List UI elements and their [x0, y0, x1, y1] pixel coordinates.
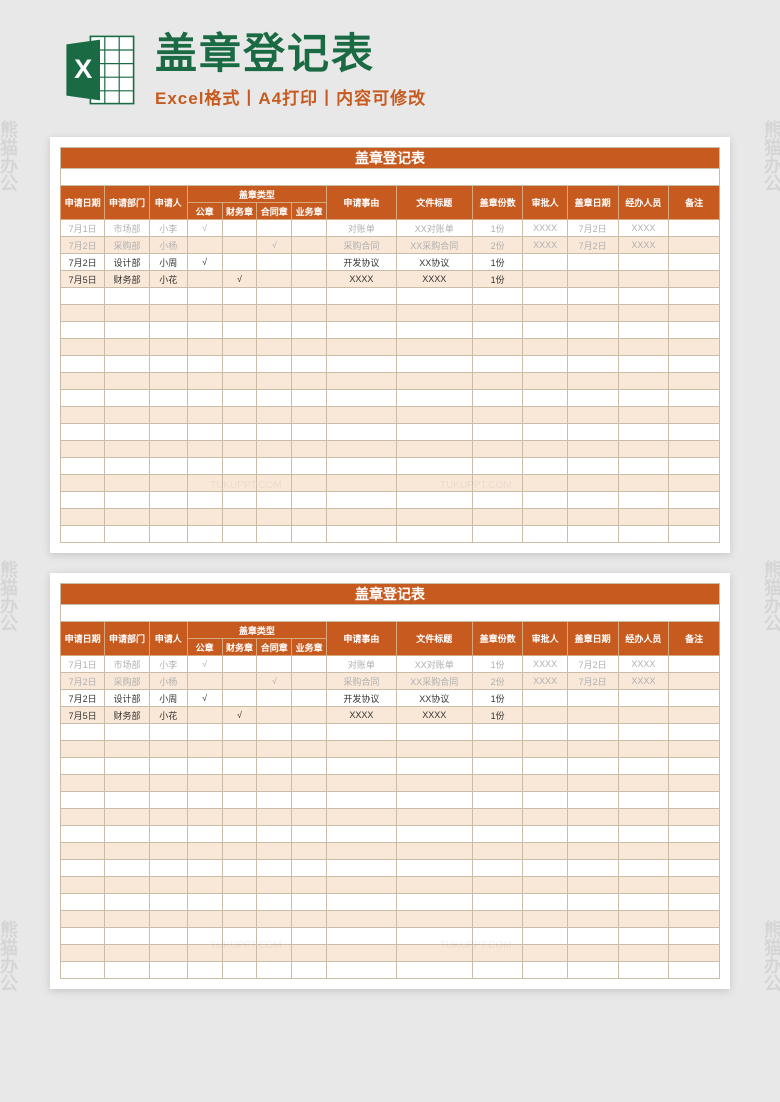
page-title: 盖章登记表	[155, 31, 740, 77]
watermark-text: 熊猫办公	[0, 920, 21, 992]
col-dept: 申请部门	[105, 622, 149, 656]
table-row: 7月5日财务部小花√XXXXXXXX1份	[61, 271, 720, 288]
col-stamp2: 财务章	[222, 203, 257, 220]
col-approver: 审批人	[523, 622, 567, 656]
watermark-text: 熊猫办公	[0, 560, 21, 632]
col-approver: 审批人	[523, 186, 567, 220]
col-reason: 申请事由	[327, 622, 397, 656]
col-handler: 经办人员	[618, 186, 669, 220]
table-row	[61, 860, 720, 877]
col-title: 文件标题	[396, 622, 472, 656]
col-reason: 申请事由	[327, 186, 397, 220]
table-row	[61, 911, 720, 928]
table-row	[61, 492, 720, 509]
table-row	[61, 962, 720, 979]
table-row: 7月2日采购部小杨√采购合同XX采购合同2份XXXX7月2日XXXX	[61, 237, 720, 254]
table-row	[61, 509, 720, 526]
table-row: 7月2日采购部小杨√采购合同XX采购合同2份XXXX7月2日XXXX	[61, 673, 720, 690]
table-row	[61, 928, 720, 945]
watermark-text: 熊猫办公	[0, 120, 21, 192]
table-row: 7月1日市场部小李√对账单XX对账单1份XXXX7月2日XXXX	[61, 656, 720, 673]
col-stamp2: 财务章	[222, 639, 257, 656]
table-row: 7月1日市场部小李√对账单XX对账单1份XXXX7月2日XXXX	[61, 220, 720, 237]
page-header: X 盖章登记表 Excel格式丨A4打印丨内容可修改	[0, 0, 780, 125]
table-row	[61, 288, 720, 305]
table-row	[61, 741, 720, 758]
col-title: 文件标题	[396, 186, 472, 220]
page-subtitle: Excel格式丨A4打印丨内容可修改	[155, 84, 740, 109]
col-person: 申请人	[149, 622, 187, 656]
col-stamp3: 合同章	[257, 639, 292, 656]
sheet-preview-1: 盖章登记表申请日期申请部门申请人盖章类型申请事由文件标题盖章份数审批人盖章日期经…	[50, 137, 730, 553]
col-stamp1: 公章	[187, 203, 222, 220]
col-sdate: 盖章日期	[567, 186, 618, 220]
table-row	[61, 373, 720, 390]
col-copies: 盖章份数	[472, 622, 523, 656]
table-row	[61, 775, 720, 792]
table-row	[61, 758, 720, 775]
col-stamp1: 公章	[187, 639, 222, 656]
col-stamp-group: 盖章类型	[187, 186, 326, 203]
table-row	[61, 826, 720, 843]
col-dept: 申请部门	[105, 186, 149, 220]
col-sdate: 盖章日期	[567, 622, 618, 656]
table-row	[61, 945, 720, 962]
table-row	[61, 843, 720, 860]
table-row	[61, 305, 720, 322]
watermark-text: 熊猫办公	[759, 920, 780, 992]
table-title: 盖章登记表	[61, 148, 720, 169]
table-row	[61, 458, 720, 475]
col-copies: 盖章份数	[472, 186, 523, 220]
svg-text:X: X	[74, 53, 92, 84]
table-row	[61, 441, 720, 458]
table-row	[61, 526, 720, 543]
col-person: 申请人	[149, 186, 187, 220]
col-date: 申请日期	[61, 622, 105, 656]
col-remark: 备注	[669, 622, 720, 656]
table-row: 7月2日设计部小周√开发协议XX协议1份	[61, 254, 720, 271]
watermark-text: 熊猫办公	[759, 120, 780, 192]
col-remark: 备注	[669, 186, 720, 220]
table-row	[61, 390, 720, 407]
col-stamp4: 业务章	[292, 639, 327, 656]
table-title: 盖章登记表	[61, 584, 720, 605]
col-date: 申请日期	[61, 186, 105, 220]
table-row	[61, 792, 720, 809]
watermark-text: 熊猫办公	[759, 560, 780, 632]
table-row	[61, 356, 720, 373]
table-row: 7月2日设计部小周√开发协议XX协议1份	[61, 690, 720, 707]
table-row	[61, 724, 720, 741]
stamp-register-table: 盖章登记表申请日期申请部门申请人盖章类型申请事由文件标题盖章份数审批人盖章日期经…	[60, 583, 720, 979]
col-handler: 经办人员	[618, 622, 669, 656]
table-row	[61, 322, 720, 339]
col-stamp-group: 盖章类型	[187, 622, 326, 639]
table-row	[61, 339, 720, 356]
table-row	[61, 877, 720, 894]
table-row	[61, 809, 720, 826]
table-row: 7月5日财务部小花√XXXXXXXX1份	[61, 707, 720, 724]
table-row	[61, 894, 720, 911]
excel-icon: X	[60, 30, 140, 110]
stamp-register-table: 盖章登记表申请日期申请部门申请人盖章类型申请事由文件标题盖章份数审批人盖章日期经…	[60, 147, 720, 543]
table-row	[61, 475, 720, 492]
table-row	[61, 424, 720, 441]
col-stamp3: 合同章	[257, 203, 292, 220]
sheet-preview-2: 盖章登记表申请日期申请部门申请人盖章类型申请事由文件标题盖章份数审批人盖章日期经…	[50, 573, 730, 989]
col-stamp4: 业务章	[292, 203, 327, 220]
table-row	[61, 407, 720, 424]
